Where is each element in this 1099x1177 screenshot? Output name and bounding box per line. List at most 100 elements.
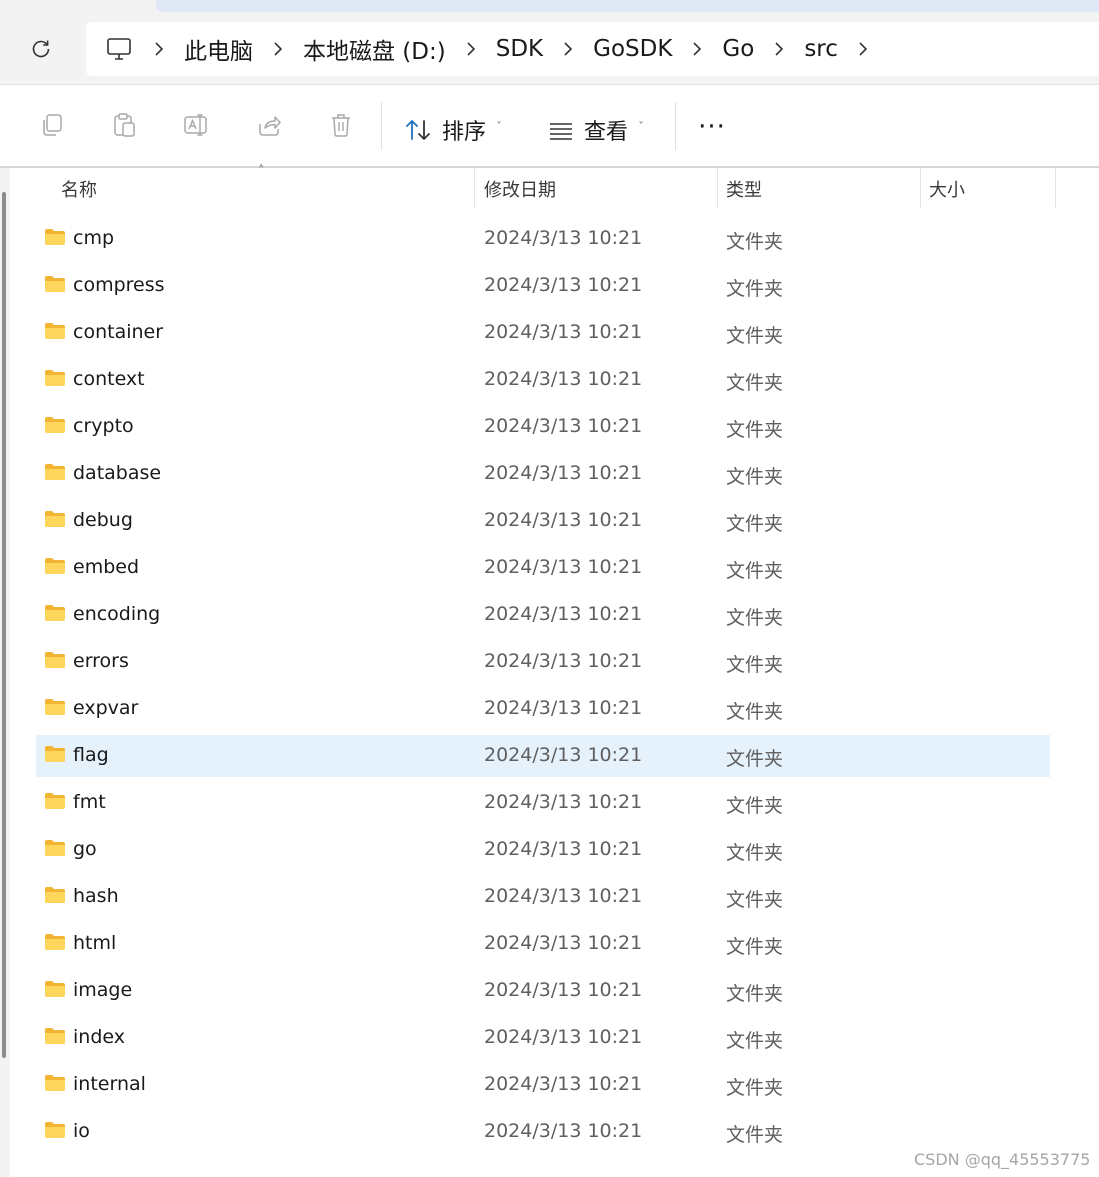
refresh-button[interactable]	[24, 32, 58, 66]
scrollbar[interactable]	[2, 192, 6, 1058]
file-type: 文件夹	[726, 278, 784, 300]
file-row[interactable]: debug 2024/3/13 10:21 文件夹	[36, 500, 1050, 542]
file-modified-date: 2024/3/13 10:21	[484, 227, 643, 249]
file-type: 文件夹	[726, 560, 784, 582]
folder-icon	[44, 698, 66, 716]
file-row[interactable]: cmp 2024/3/13 10:21 文件夹	[36, 218, 1050, 260]
file-type: 文件夹	[726, 1124, 784, 1146]
paste-button[interactable]	[110, 111, 138, 139]
file-type: 文件夹	[726, 889, 784, 911]
file-row[interactable]: compress 2024/3/13 10:21 文件夹	[36, 265, 1050, 307]
breadcrumb-item[interactable]: Go	[722, 36, 754, 62]
share-button[interactable]	[255, 111, 283, 139]
view-button[interactable]: 查看 ˇ	[548, 108, 644, 152]
column-divider[interactable]	[717, 168, 718, 208]
breadcrumb-item[interactable]: SDK	[496, 36, 543, 62]
file-name: debug	[73, 509, 133, 531]
rename-button[interactable]	[182, 111, 210, 139]
this-pc-button[interactable]	[104, 34, 134, 64]
file-type: 文件夹	[726, 701, 784, 723]
column-header-size[interactable]: 大小	[929, 176, 965, 202]
file-row[interactable]: hash 2024/3/13 10:21 文件夹	[36, 876, 1050, 918]
file-type: 文件夹	[726, 372, 784, 394]
file-modified-date: 2024/3/13 10:21	[484, 791, 643, 813]
file-row[interactable]: encoding 2024/3/13 10:21 文件夹	[36, 594, 1050, 636]
file-type: 文件夹	[726, 1077, 784, 1099]
file-row[interactable]: flag 2024/3/13 10:21 文件夹	[36, 735, 1050, 777]
file-name: io	[73, 1120, 90, 1142]
file-name: compress	[73, 274, 165, 296]
column-divider[interactable]	[474, 168, 475, 208]
breadcrumb-item[interactable]: GoSDK	[593, 36, 672, 62]
chevron-right-icon[interactable]	[560, 41, 576, 57]
file-row[interactable]: crypto 2024/3/13 10:21 文件夹	[36, 406, 1050, 448]
file-name: crypto	[73, 415, 134, 437]
file-list: cmd2024/3/13 10:21文件夹cmp2024/3/13 10:21文…	[10, 188, 1099, 1177]
file-modified-date: 2024/3/13 10:21	[484, 744, 643, 766]
file-type: 文件夹	[726, 654, 784, 676]
sort-button[interactable]: 排序 ˇ	[404, 108, 502, 152]
column-header-type[interactable]: 类型	[726, 176, 762, 202]
breadcrumb-item[interactable]: src	[804, 36, 838, 62]
file-row[interactable]: fmt 2024/3/13 10:21 文件夹	[36, 782, 1050, 824]
view-list-icon	[550, 123, 572, 140]
copy-button[interactable]	[38, 111, 66, 139]
folder-icon	[44, 416, 66, 434]
folder-icon	[44, 1121, 66, 1139]
file-name: internal	[73, 1073, 146, 1095]
chevron-right-icon[interactable]	[771, 41, 787, 57]
file-row[interactable]: expvar 2024/3/13 10:21 文件夹	[36, 688, 1050, 730]
column-header-name[interactable]: 名称	[61, 176, 97, 202]
file-modified-date: 2024/3/13 10:21	[484, 415, 643, 437]
breadcrumb-item[interactable]: 此电脑	[184, 32, 253, 66]
file-row[interactable]: context 2024/3/13 10:21 文件夹	[36, 359, 1050, 401]
delete-button[interactable]	[327, 111, 355, 139]
file-modified-date: 2024/3/13 10:21	[484, 932, 643, 954]
file-name: cmp	[73, 227, 115, 249]
file-name: html	[73, 932, 117, 954]
folder-icon	[44, 604, 66, 622]
folder-icon	[44, 322, 66, 340]
folder-icon	[44, 980, 66, 998]
folder-icon	[44, 745, 66, 763]
address-bar[interactable]: 此电脑 本地磁盘 (D:) SDK GoSDK Go src	[86, 22, 1099, 76]
file-name: embed	[73, 556, 140, 578]
file-name: fmt	[73, 791, 106, 813]
file-row[interactable]: embed 2024/3/13 10:21 文件夹	[36, 547, 1050, 589]
file-row[interactable]: internal 2024/3/13 10:21 文件夹	[36, 1064, 1050, 1106]
chevron-right-icon[interactable]	[463, 41, 479, 57]
file-row[interactable]: container 2024/3/13 10:21 文件夹	[36, 312, 1050, 354]
file-type: 文件夹	[726, 325, 784, 347]
file-modified-date: 2024/3/13 10:21	[484, 650, 643, 672]
chevron-right-icon[interactable]	[855, 41, 871, 57]
file-modified-date: 2024/3/13 10:21	[484, 979, 643, 1001]
toolbar-separator	[381, 102, 382, 150]
column-header-modified[interactable]: 修改日期	[484, 176, 556, 202]
file-name: go	[73, 838, 97, 860]
file-row[interactable]: html 2024/3/13 10:21 文件夹	[36, 923, 1050, 965]
file-row[interactable]: index 2024/3/13 10:21 文件夹	[36, 1017, 1050, 1059]
column-divider[interactable]	[1055, 168, 1056, 208]
breadcrumb: 此电脑 本地磁盘 (D:) SDK GoSDK Go src	[134, 32, 888, 66]
file-modified-date: 2024/3/13 10:21	[484, 838, 643, 860]
folder-icon	[44, 839, 66, 857]
folder-icon	[44, 1074, 66, 1092]
breadcrumb-item[interactable]: 本地磁盘 (D:)	[303, 32, 446, 66]
file-row[interactable]: image 2024/3/13 10:21 文件夹	[36, 970, 1050, 1012]
trash-icon	[332, 114, 350, 137]
chevron-right-icon[interactable]	[689, 41, 705, 57]
file-row[interactable]: errors 2024/3/13 10:21 文件夹	[36, 641, 1050, 683]
file-row[interactable]: io 2024/3/13 10:21 文件夹	[36, 1111, 1050, 1153]
chevron-right-icon[interactable]	[151, 41, 167, 57]
file-row[interactable]: database 2024/3/13 10:21 文件夹	[36, 453, 1050, 495]
column-divider[interactable]	[920, 168, 921, 208]
file-modified-date: 2024/3/13 10:21	[484, 462, 643, 484]
watermark: CSDN @qq_45553775	[914, 1150, 1091, 1169]
view-label: 查看	[584, 120, 629, 145]
chevron-right-icon[interactable]	[270, 41, 286, 57]
file-modified-date: 2024/3/13 10:21	[484, 1073, 643, 1095]
more-options-button[interactable]: ···	[694, 112, 730, 142]
file-type: 文件夹	[726, 231, 784, 253]
file-row[interactable]: go 2024/3/13 10:21 文件夹	[36, 829, 1050, 871]
folder-icon	[44, 1027, 66, 1045]
